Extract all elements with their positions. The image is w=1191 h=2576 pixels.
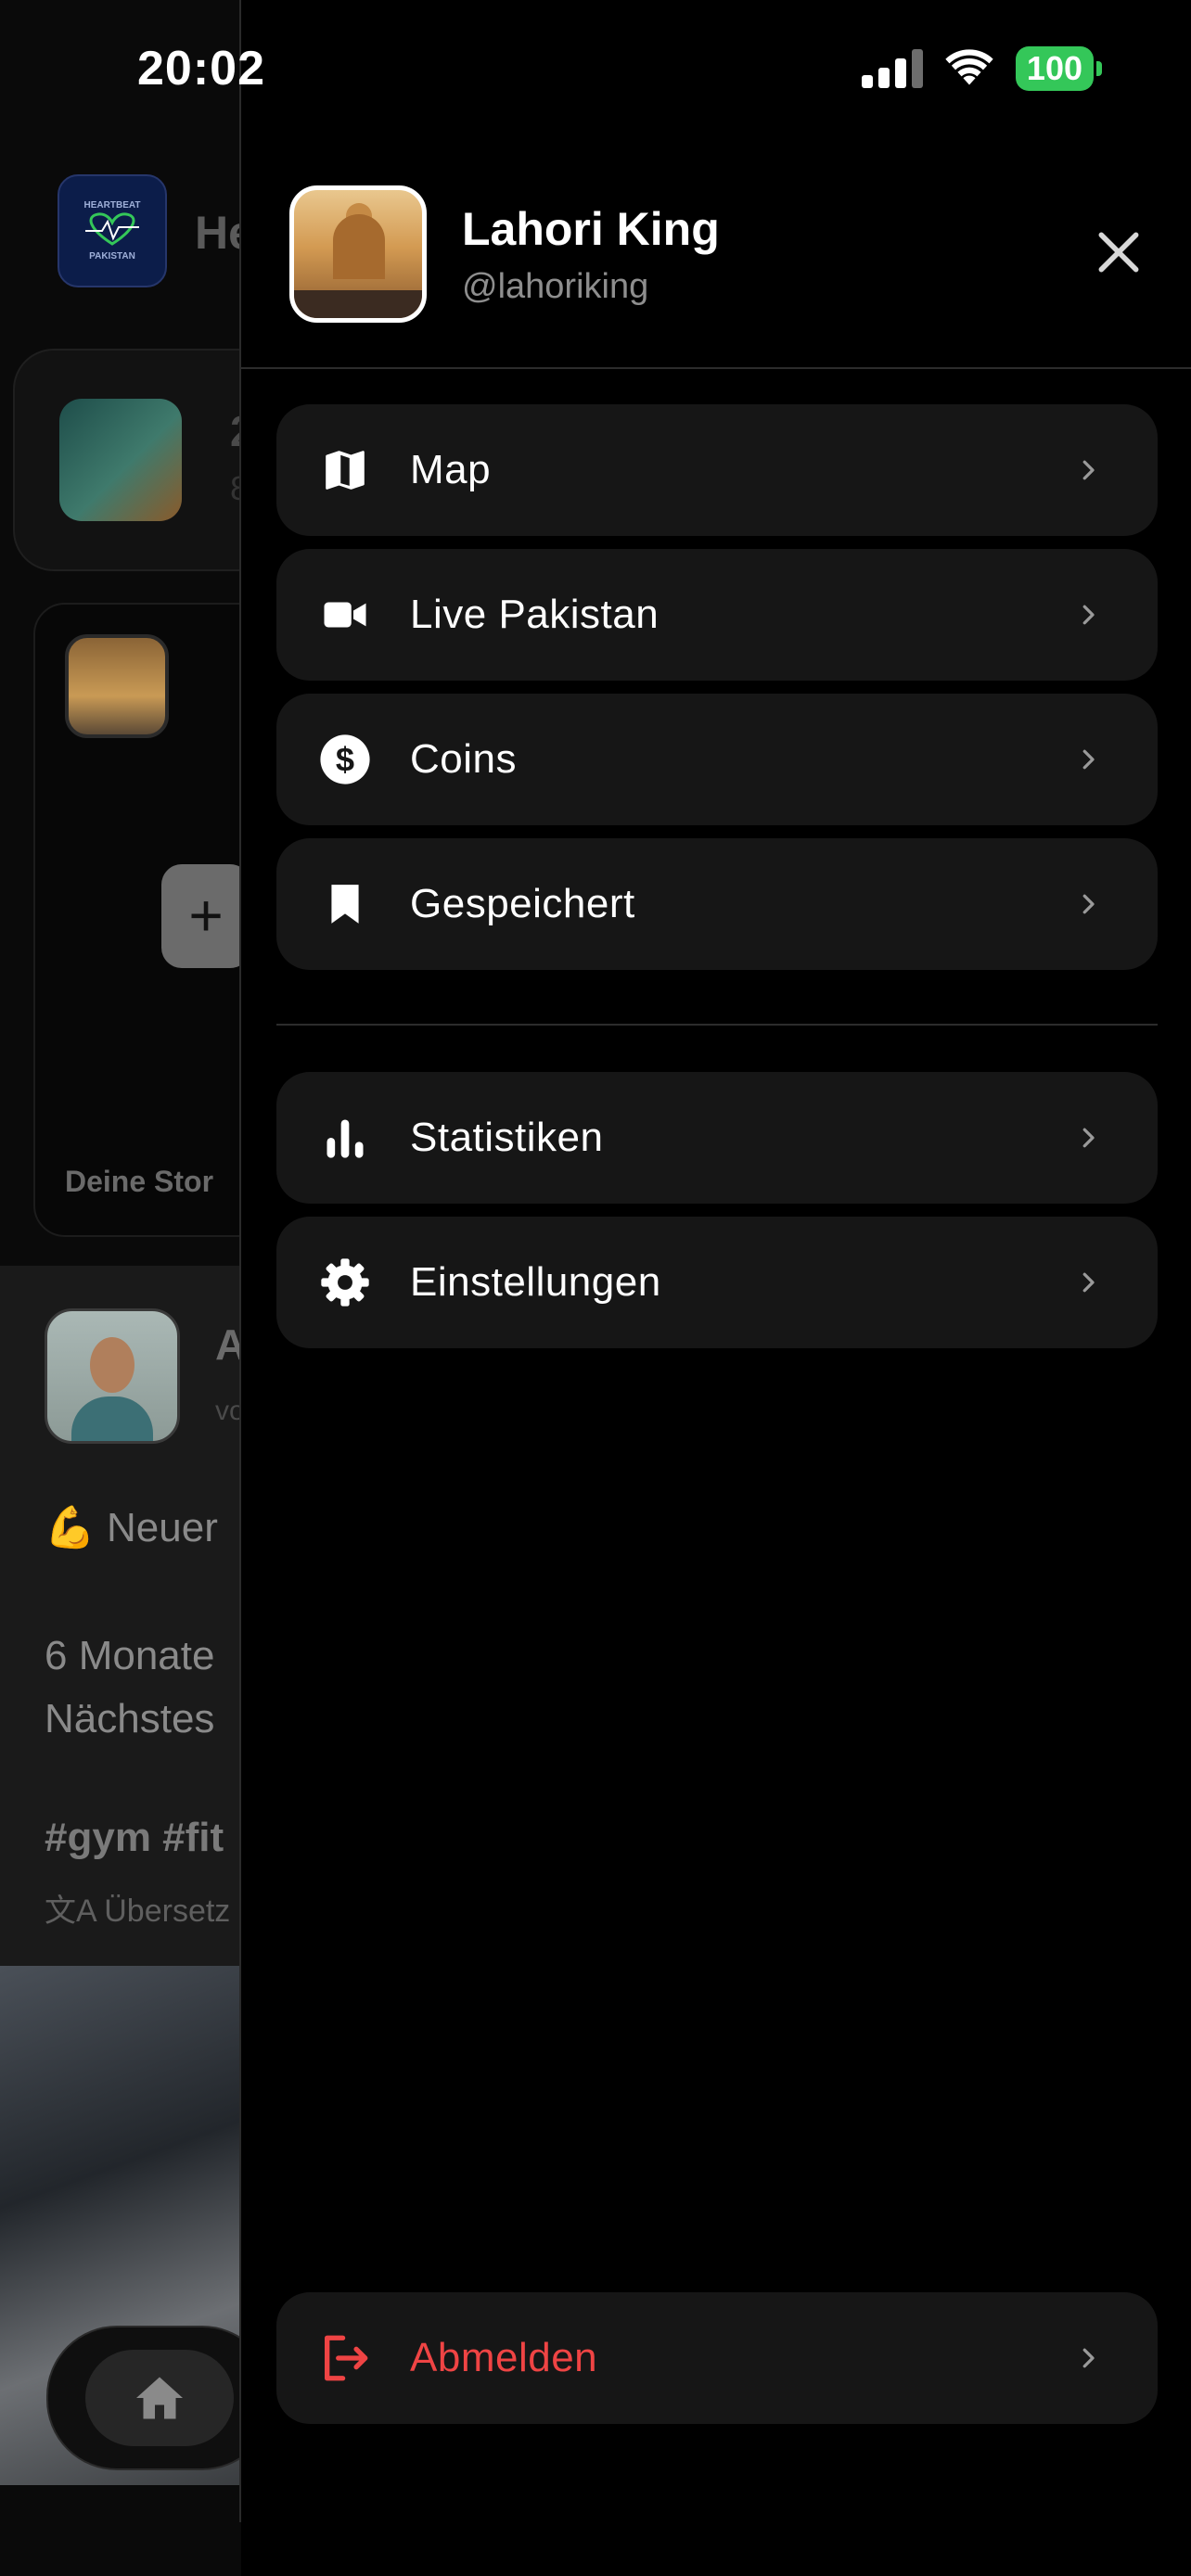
chevron-right-icon [1082,749,1095,770]
post-avatar-face [90,1337,134,1393]
chevron-right-icon [1082,894,1095,914]
translate-icon: 文A [45,1894,105,1929]
menu-label: Coins [410,736,517,782]
chevron-right-icon [1082,460,1095,480]
menu-item-saved[interactable]: Gespeichert [276,838,1158,970]
close-icon[interactable] [1093,226,1145,278]
chevron-right-icon [1082,1128,1095,1148]
logout-label: Abmelden [410,2335,598,2380]
section-divider [276,1024,1158,1026]
side-drawer: Lahori King @lahoriking Map Live Pakista… [239,0,1191,2522]
menu-label: Statistiken [410,1115,604,1160]
logout-icon [317,2330,373,2386]
menu-label: Map [410,447,492,492]
menu-item-settings[interactable]: Einstellungen [276,1217,1158,1348]
tab-bar [46,2326,241,2470]
post-avatar [45,1308,180,1444]
menu-item-statistics[interactable]: Statistiken [276,1072,1158,1204]
map-icon [317,442,373,498]
menu-label: Gespeichert [410,881,635,926]
post-avatar-shirt [71,1396,153,1441]
status-time: 20:02 [137,42,265,96]
svg-text:$: $ [336,741,354,779]
add-story-button: + [161,864,241,968]
post-text-line: 💪 Neuer [45,1505,218,1550]
app-logo: HEARTBEAT PAKISTAN [58,174,167,287]
profile-name: Lahori King [462,202,720,255]
video-camera-icon [317,587,373,643]
heartbeat-icon [85,212,139,246]
status-indicators: 100 [861,46,1102,91]
battery-icon: 100 [1015,46,1102,91]
logo-text-top: HEARTBEAT [83,200,141,210]
bookmark-icon [317,876,373,932]
post-meta: vo [215,1396,241,1426]
wifi-icon [945,49,993,85]
cellular-signal-icon [861,49,923,88]
story-avatar [65,634,169,738]
profile-avatar[interactable] [289,185,427,323]
translate-link: 文A Übersetz [45,1885,230,1931]
translate-label: Übersetz [104,1894,231,1929]
menu-item-map[interactable]: Map [276,404,1158,536]
post-text-line: Nächstes [45,1696,215,1741]
background-feed: HEARTBEAT PAKISTAN He 2 8 + Deine Stor A… [0,0,241,2576]
story-label: Deine Stor [65,1165,214,1198]
menu-label: Einstellungen [410,1259,661,1305]
menu-item-live-pakistan[interactable]: Live Pakistan [276,549,1158,681]
home-icon [136,2377,183,2419]
menu-label: Live Pakistan [410,592,660,637]
dollar-coin-icon: $ [317,732,373,787]
profile-header[interactable]: Lahori King @lahoriking [289,185,720,323]
prayer-card: 2 8 [13,349,241,571]
chevron-right-icon [1082,2348,1095,2368]
logo-text-bottom: PAKISTAN [89,251,135,261]
profile-handle: @lahoriking [462,266,649,306]
chevron-right-icon [1082,605,1095,625]
story-card: + Deine Stor [33,603,241,1237]
post-tags: #gym #fit [45,1815,224,1860]
chevron-right-icon [1082,1272,1095,1293]
drawer-divider [241,367,1191,369]
post-text-line: 6 Monate [45,1633,215,1678]
bar-chart-icon [317,1110,373,1166]
tab-home [85,2350,234,2446]
post-author: A [215,1320,241,1369]
battery-level: 100 [1015,46,1094,91]
page-title: He [195,207,241,259]
feed-post: A vo 💪 Neuer 6 Monate Nächstes #gym #fit… [0,1266,241,1970]
menu-item-coins[interactable]: $ Coins [276,694,1158,825]
logout-button[interactable]: Abmelden [276,2292,1158,2424]
gear-icon [317,1255,373,1310]
prayer-image [59,399,182,521]
